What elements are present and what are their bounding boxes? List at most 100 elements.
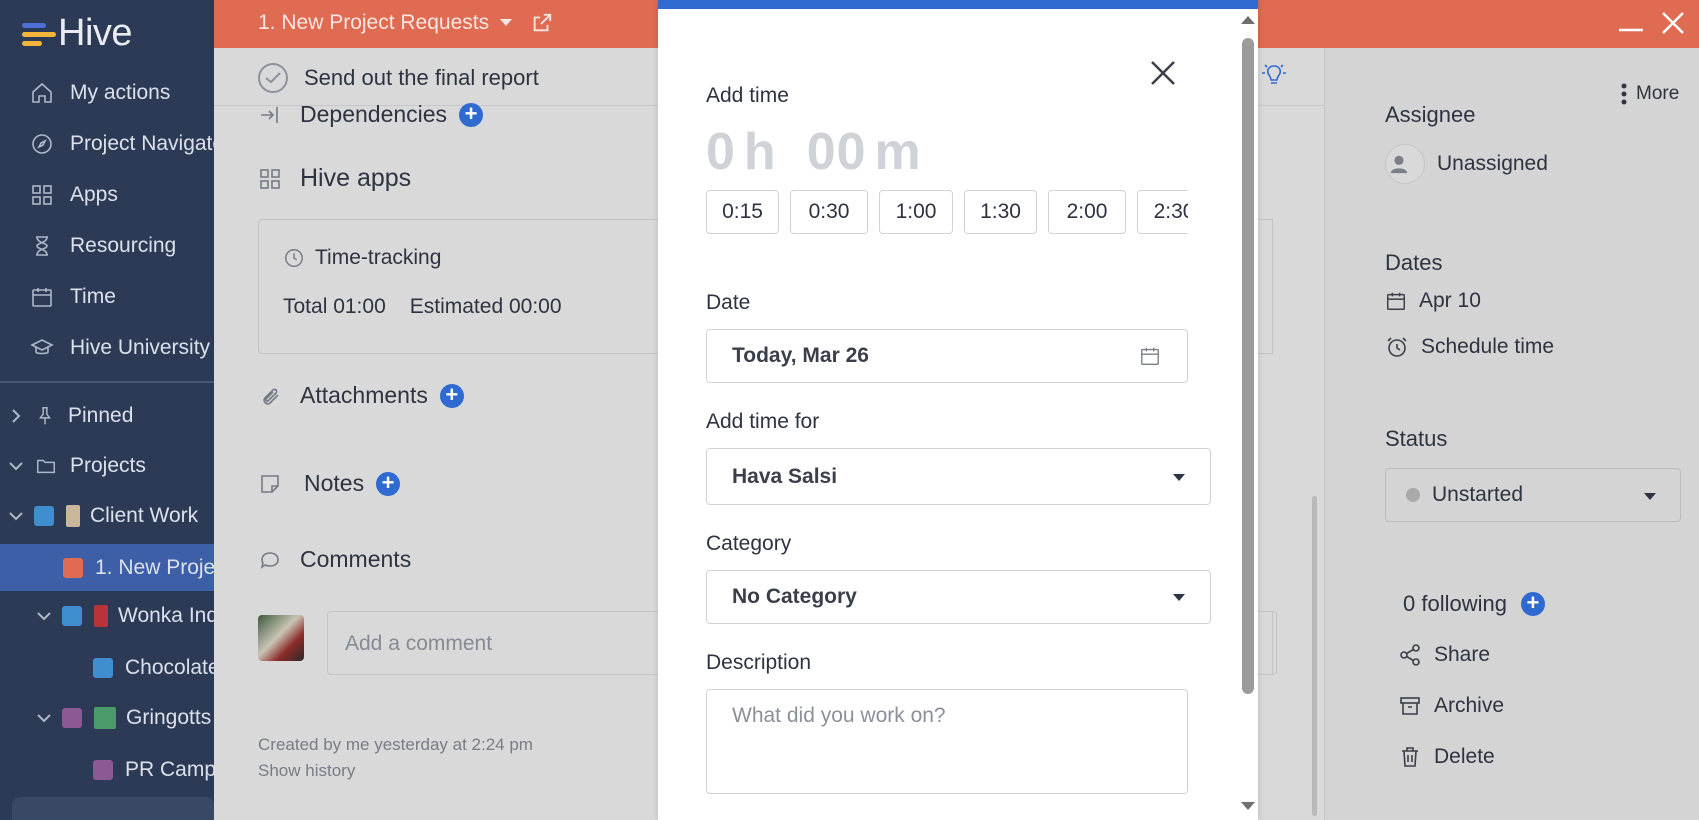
chevron-right-icon [12,409,21,423]
preset-2-00[interactable]: 2:00 [1048,190,1126,234]
preset-2-30[interactable]: 2:30 [1137,190,1188,234]
category-select[interactable]: No Category [706,570,1211,624]
share-icon [1400,644,1420,666]
chevron-down-icon [37,714,51,723]
description-input[interactable]: What did you work on? [706,689,1188,794]
chevron-down-icon [37,612,51,621]
nav-label: Resourcing [70,234,177,257]
nav-label: Project Navigator [70,132,214,155]
add-dependency-button[interactable]: + [459,102,484,127]
calendar-icon [1141,347,1159,365]
modal-scrollbar-thumb[interactable] [1242,38,1254,694]
compass-icon [32,134,52,154]
delete-button[interactable]: Delete [1398,745,1495,769]
external-link-icon[interactable] [531,12,553,34]
tree-chocolate[interactable]: Chocolate [93,656,214,680]
add-attachment-button[interactable]: + [439,383,464,408]
nav-apps[interactable]: Apps [30,183,118,207]
clock-icon [285,249,303,267]
time-presets: 0:15 0:30 1:00 1:30 2:00 2:30 [706,190,1188,236]
caret-down-icon [500,19,513,26]
close-icon[interactable] [1148,58,1184,94]
add-follower-button[interactable]: + [1520,592,1545,616]
graduation-cap-icon [30,339,54,355]
tree-label: Chocolate [125,656,214,679]
section-title: Dependencies [300,101,448,127]
tree-label: Pinned [68,404,134,427]
tree-pr-campaign[interactable]: PR Campaign [93,758,214,782]
add-time-label: Add time [706,84,789,107]
caret-down-icon [1173,474,1185,481]
time-tracking-title: Time-tracking [315,246,442,269]
time-estimated: Estimated 00:00 [409,295,562,318]
card-edge [1258,219,1273,354]
nav-hive-university[interactable]: Hive University [30,336,210,360]
minutes-value[interactable]: 00 [807,122,867,182]
caret-down-icon [1173,594,1185,601]
preset-0-15[interactable]: 0:15 [706,190,779,234]
content-scrollbar[interactable] [1312,496,1317,816]
calendar-icon [1387,292,1405,310]
hive-logo[interactable]: Hive [22,12,133,55]
time-entry-input[interactable]: 0 h 00 m [706,122,930,182]
status-dropdown[interactable]: Unstarted [1385,468,1681,522]
schedule-time-button[interactable]: Schedule time [1385,335,1554,359]
hourglass-icon [36,236,48,256]
person-icon [1385,144,1425,184]
tree-pinned[interactable]: Pinned [8,404,133,428]
color-square [34,506,54,526]
calendar-icon [32,288,52,307]
vertical-dots-icon [1621,83,1627,105]
nav-project-navigator[interactable]: Project Navigator [30,132,214,156]
assignee-selector[interactable]: Unassigned [1385,144,1548,184]
tree-label: Projects [70,454,146,477]
nav-time[interactable]: Time [30,285,116,309]
minimize-icon[interactable] [1617,10,1645,45]
color-square [93,658,113,678]
preset-1-30[interactable]: 1:30 [964,190,1037,234]
preset-1-00[interactable]: 1:00 [879,190,953,234]
category-value: No Category [732,585,857,608]
share-button[interactable]: Share [1398,643,1490,667]
more-button[interactable]: More [1620,82,1679,106]
checkmark-icon [265,72,281,84]
tree-new-project-requests[interactable]: 1. New Project Requests [63,556,214,580]
folder-icon [37,459,55,474]
complete-checkbox[interactable] [258,63,288,93]
tree-label: Client Work [90,504,199,527]
invite-button[interactable] [12,797,214,820]
scroll-down-arrow[interactable] [1241,802,1255,810]
schedule-time-label: Schedule time [1421,335,1555,358]
tree-wonka-industries[interactable]: Wonka Industries [36,604,214,628]
lightbulb-icon[interactable] [1259,60,1289,95]
tree-gringotts[interactable]: Gringotts [36,706,211,730]
preset-0-30[interactable]: 0:30 [790,190,868,234]
caret-down-icon [1644,493,1656,500]
chevron-down-icon [9,512,23,521]
assignee-value: Unassigned [1437,152,1548,175]
pin-icon [38,407,52,425]
category-label: Category [706,532,792,555]
archive-button[interactable]: Archive [1398,694,1504,718]
task-properties-panel: More Assignee Unassigned Dates Apr 10 Sc… [1324,48,1699,820]
date-value: Today, Mar 26 [732,344,869,367]
hours-value[interactable]: 0 [706,122,736,182]
user-select[interactable]: Hava Salsi [706,448,1211,505]
task-title[interactable]: Send out the final report [304,65,539,91]
logo-text: Hive [58,12,133,54]
show-history-link[interactable]: Show history [258,761,355,781]
add-note-button[interactable]: + [376,471,401,496]
description-label: Description [706,651,812,674]
chevron-down-icon [9,462,23,471]
nav-resourcing[interactable]: Resourcing [30,234,176,258]
close-window-icon[interactable] [1660,10,1686,43]
scroll-up-arrow[interactable] [1241,16,1255,24]
tree-client-work[interactable]: Client Work [8,504,198,528]
project-title-dropdown[interactable]: 1. New Project Requests [258,11,553,35]
notebook-icon [66,505,80,527]
dates-label: Dates [1385,250,1443,275]
nav-my-actions[interactable]: My actions [30,81,170,105]
due-date[interactable]: Apr 10 [1385,289,1481,313]
tree-projects[interactable]: Projects [8,454,146,478]
date-picker[interactable]: Today, Mar 26 [706,329,1188,383]
